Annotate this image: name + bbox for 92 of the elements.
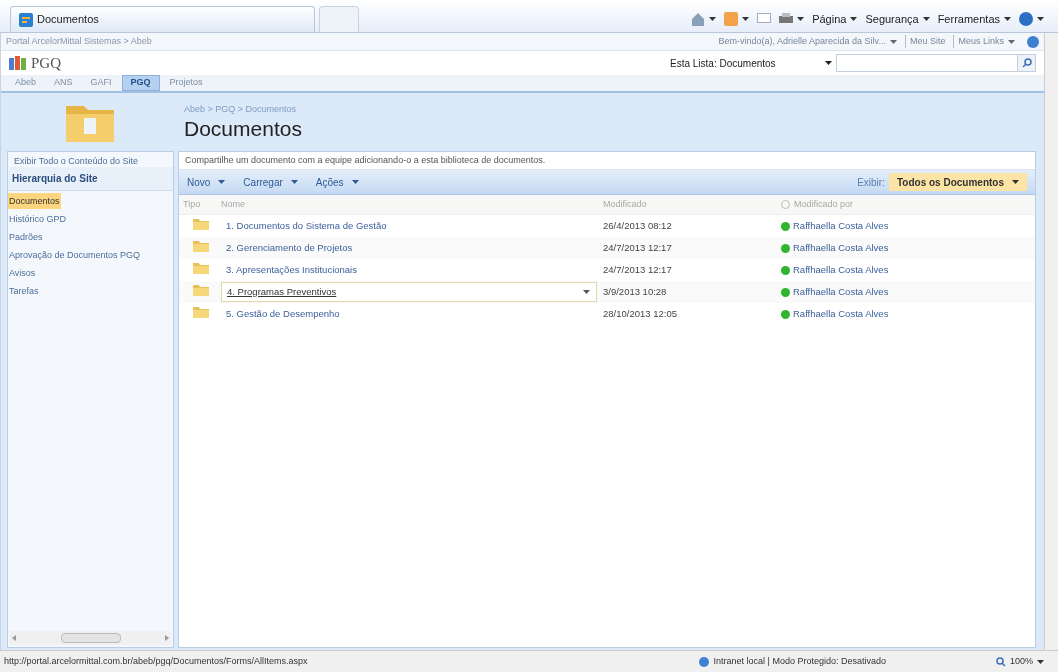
scroll-thumb[interactable]	[60, 633, 121, 643]
presence-icon	[781, 221, 790, 231]
scrollbar[interactable]	[1044, 33, 1058, 650]
menu-button[interactable]: Segurança	[865, 10, 930, 28]
header-link[interactable]: Meu Site	[904, 34, 946, 49]
folder-link[interactable]: 1. Documentos do Sistema de Gestão	[226, 218, 387, 234]
nav-tab[interactable]: PGQ	[121, 75, 160, 91]
print-button[interactable]	[779, 13, 805, 25]
horizontal-scrollbar[interactable]	[10, 631, 171, 645]
folder-icon	[193, 217, 209, 231]
user-link[interactable]: Raffhaella Costa Alves	[793, 284, 889, 300]
folder-link[interactable]: 5. Gestão de Desempenho	[226, 306, 340, 322]
presence-icon	[781, 200, 790, 209]
caret-icon	[1037, 659, 1044, 664]
nav-tab[interactable]: Projetos	[161, 75, 211, 91]
caret-icon	[1012, 180, 1019, 184]
presence-icon	[781, 309, 790, 319]
description-text: Compartilhe um documento com a equipe adicionando-o a esta biblioteca de documentos.	[185, 153, 546, 167]
user-link[interactable]: Raffhaella Costa Alves	[793, 262, 889, 278]
breadcrumb-text: Portal ArcelorMittal Sistemas > Abeb	[6, 34, 152, 48]
site-title: PGQ	[31, 53, 61, 73]
sidebar-heading: Hierarquia do Site	[8, 167, 173, 191]
caret-icon	[709, 17, 717, 21]
table-cell-text: 26/4/2013 08:12	[603, 218, 673, 233]
sidebar-item[interactable]: Avisos	[8, 265, 37, 281]
arrow-left-icon	[12, 635, 16, 641]
arrow-right-icon	[165, 635, 169, 641]
caret-icon	[889, 39, 897, 44]
table-cell-text: 3/9/2013 10:28	[603, 284, 668, 299]
caret-icon	[351, 180, 359, 184]
user-link[interactable]: Raffhaella Costa Alves	[793, 218, 889, 234]
caret-icon	[922, 17, 930, 21]
page-title: Documentos	[184, 116, 303, 141]
header-link[interactable]: Meus Links	[953, 34, 1015, 49]
home-icon	[691, 12, 706, 26]
nav-tab[interactable]: GAFI	[82, 75, 120, 91]
site-logo-icon	[9, 55, 27, 71]
folder-icon	[193, 239, 209, 253]
caret-icon	[1004, 17, 1011, 21]
folder-link[interactable]: 4. Programas Preventivos	[227, 284, 337, 300]
zoom-button[interactable]: 100%	[995, 654, 1044, 669]
table-cell-text: 24/7/2013 12:17	[603, 240, 673, 255]
home-button[interactable]	[691, 12, 717, 26]
caret-icon	[1037, 17, 1044, 21]
folder-link[interactable]: 3. Apresentações Institucionais	[226, 262, 357, 278]
sidebar-item[interactable]: Tarefas	[8, 283, 40, 299]
caret-icon	[742, 17, 750, 21]
folder-icon	[193, 283, 209, 297]
nav-tab[interactable]: Abeb	[7, 75, 45, 91]
menu-button[interactable]: Ferramentas	[937, 10, 1011, 28]
sidebar-item[interactable]: Histórico GPD	[8, 211, 67, 227]
breadcrumb-text: Abeb > PGQ > Documentos	[184, 103, 298, 117]
sidebar-item[interactable]: Documentos	[8, 193, 61, 209]
nav-tab[interactable]: ANS	[46, 75, 81, 91]
magnifier-icon	[995, 656, 1006, 667]
caret-icon	[583, 290, 590, 294]
presence-icon	[781, 287, 790, 297]
search-scope-dropdown[interactable]: Esta Lista: Documentos	[666, 54, 836, 72]
new-tab-button[interactable]	[319, 6, 359, 32]
table-cell-text: 24/7/2013 12:17	[603, 262, 673, 277]
caret-icon	[850, 17, 858, 21]
caret-icon	[218, 180, 226, 184]
printer-icon	[779, 13, 794, 25]
folder-icon	[193, 261, 209, 275]
tab-title: Documentos	[37, 12, 99, 28]
caret-icon	[290, 180, 298, 184]
sidebar-item[interactable]: Aprovação de Documentos PGQ	[8, 247, 142, 263]
presence-icon	[781, 243, 790, 253]
sidebar-item[interactable]: Padrões	[8, 229, 44, 245]
presence-icon	[781, 265, 790, 275]
caret-icon	[797, 17, 805, 21]
folder-icon	[193, 305, 209, 319]
user-menu[interactable]: Bem-vindo(a), Adrielle Aparecida da Silv...	[718, 34, 897, 49]
zone-text: Intranet local | Modo Protegido: Desativado	[713, 654, 886, 668]
caret-icon	[825, 61, 832, 65]
folder-link[interactable]: 2. Gerenciamento de Projetos	[226, 240, 353, 256]
view-all-link[interactable]: Exibir Todo o Conteúdo do Site	[8, 152, 173, 167]
caret-icon	[1008, 39, 1015, 44]
toolbar-menu[interactable]: Carregar	[243, 174, 298, 190]
browser-tab[interactable]: Documentos	[10, 6, 315, 32]
view-dropdown[interactable]: Todos os Documentos	[888, 173, 1027, 191]
user-link[interactable]: Raffhaella Costa Alves	[793, 306, 889, 322]
status-url: http://portal.arcelormittal.com.br/abeb/pgq/Documentos/Forms/AllItems.aspx	[4, 654, 308, 668]
table-cell-text: 28/10/2013 12:05	[603, 306, 678, 321]
toolbar-menu[interactable]: Novo	[187, 174, 226, 190]
toolbar-menu[interactable]: Ações	[315, 174, 359, 190]
menu-button[interactable]: Página	[812, 10, 858, 28]
page-icon	[19, 12, 33, 27]
user-link[interactable]: Raffhaella Costa Alves	[793, 240, 889, 256]
view-label: Exibir:	[857, 175, 885, 190]
feeds-button[interactable]	[724, 12, 750, 26]
help-button[interactable]	[1019, 12, 1044, 26]
